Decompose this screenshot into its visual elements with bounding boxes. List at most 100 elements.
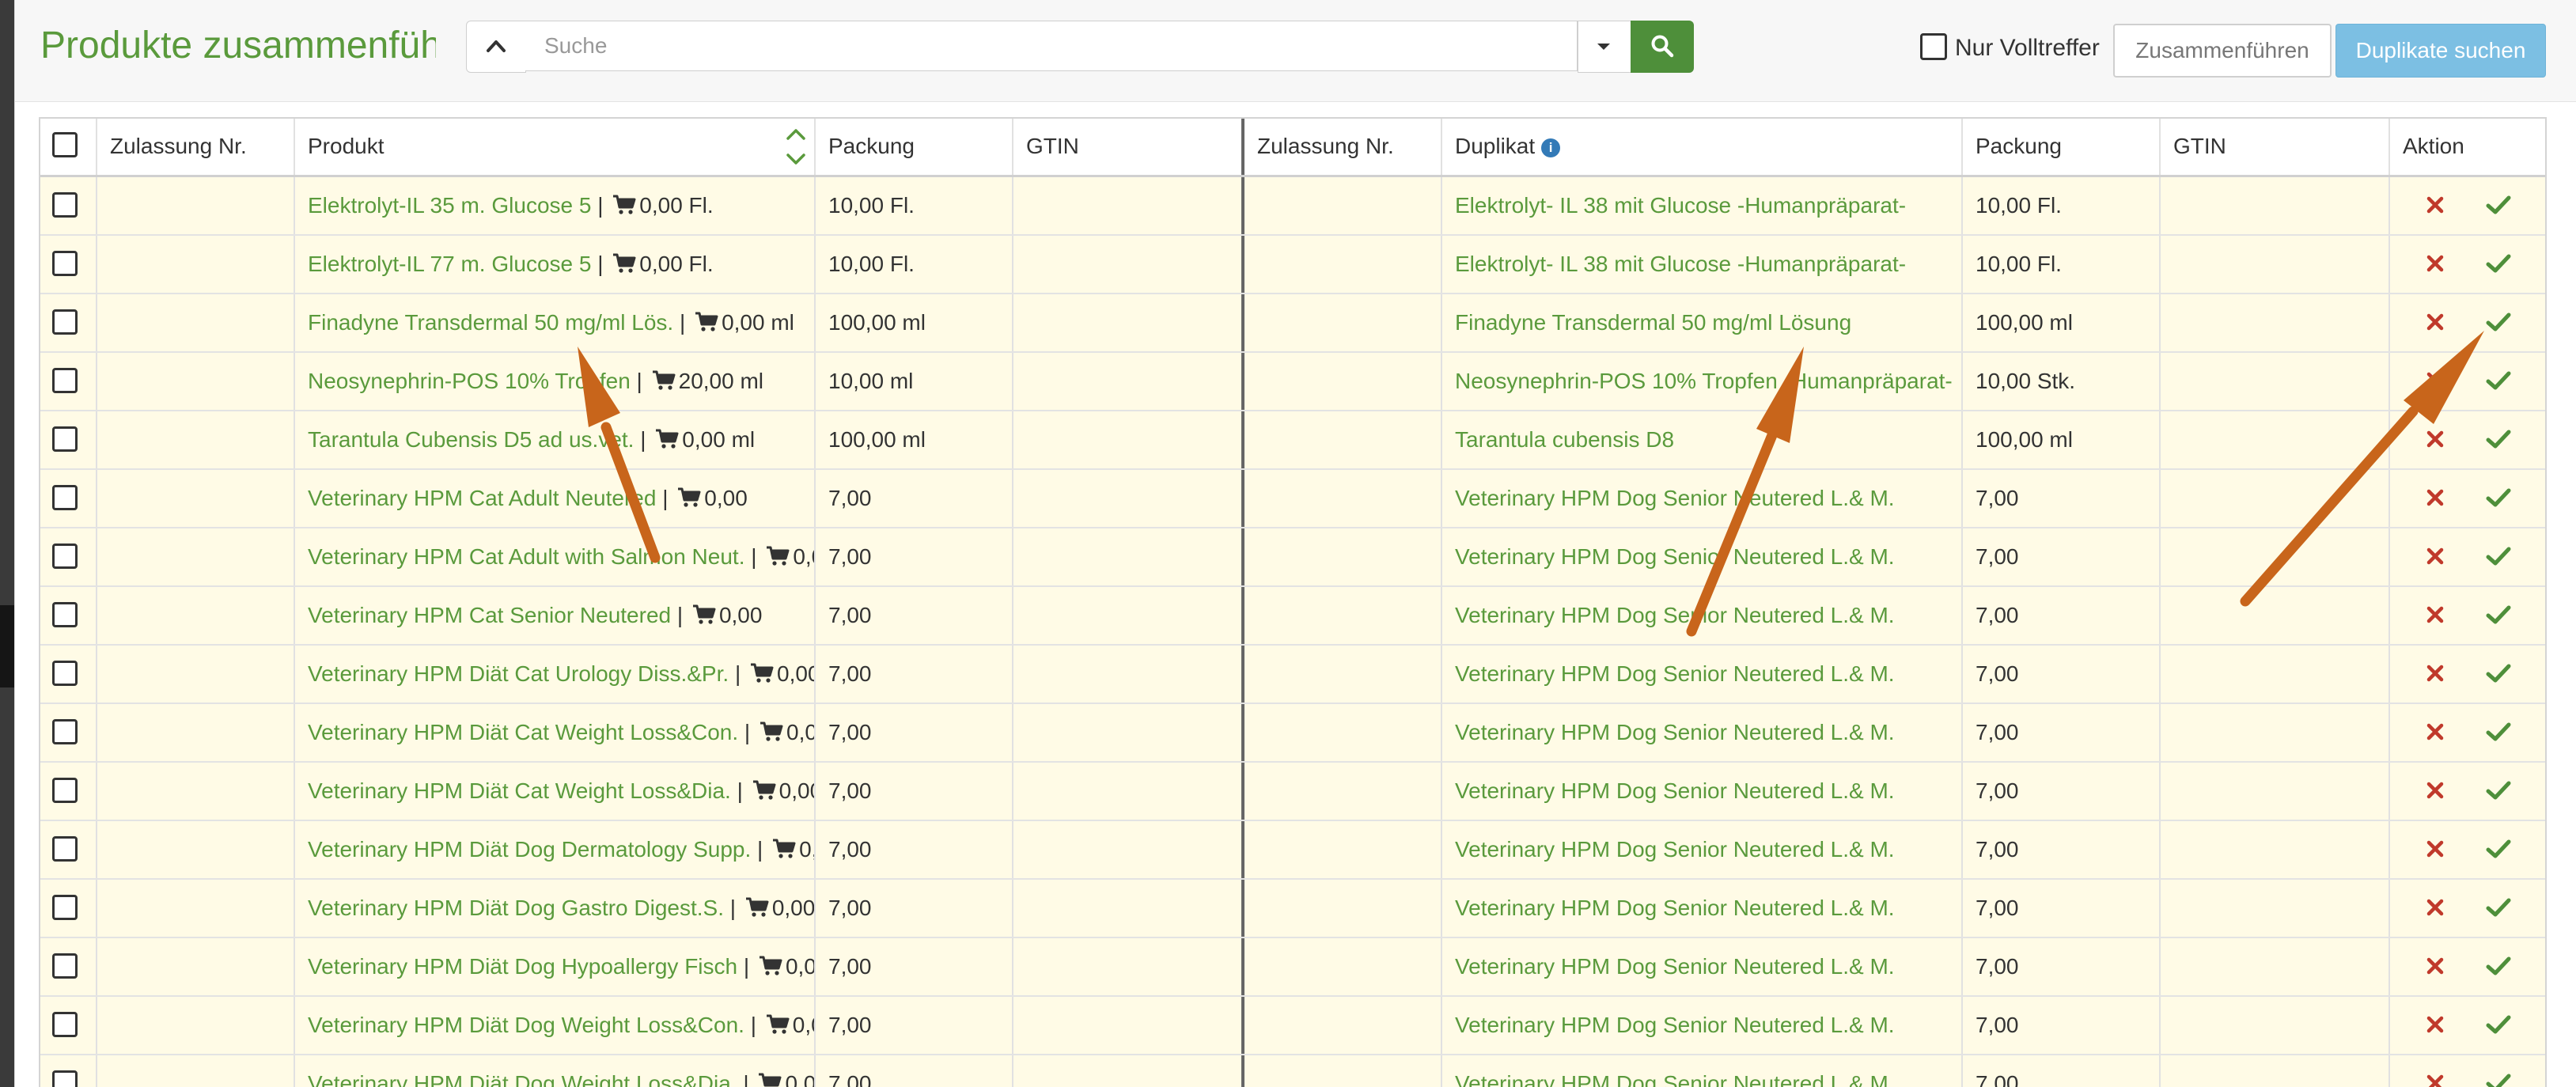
- product-cell: Veterinary HPM Diät Cat Weight Loss&Dia.…: [295, 763, 816, 820]
- column-header-duplicate-label: Duplikat: [1455, 134, 1536, 158]
- duplicate-link[interactable]: Neosynephrin-POS 10% Tropfen -Humanpräpa…: [1455, 369, 1953, 393]
- product-link[interactable]: Veterinary HPM Diät Dog Dermatology Supp…: [308, 837, 751, 862]
- column-header-product[interactable]: Produkt: [295, 119, 816, 175]
- dup-gtin-cell: [2161, 1055, 2390, 1087]
- duplicates-table: Zulassung Nr. Produkt Packung GTIN Zulas…: [39, 117, 2547, 1087]
- row-checkbox[interactable]: [52, 1012, 78, 1037]
- row-checkbox[interactable]: [52, 544, 78, 569]
- column-header-dup-pack[interactable]: Packung: [1963, 119, 2161, 175]
- product-link[interactable]: Veterinary HPM Diät Dog Hypoallergy Fisc…: [308, 954, 737, 979]
- find-duplicates-button[interactable]: Duplikate suchen: [2335, 24, 2546, 78]
- row-checkbox[interactable]: [52, 485, 78, 510]
- duplicate-link[interactable]: Veterinary HPM Dog Senior Neutered L.& M…: [1455, 778, 1895, 803]
- table-row: Veterinary HPM Diät Cat Weight Loss&Con.…: [40, 704, 2545, 763]
- shopping-cart-icon: [652, 370, 676, 390]
- product-link[interactable]: Veterinary HPM Diät Dog Weight Loss&Con.: [308, 1013, 744, 1037]
- search-input[interactable]: [525, 21, 1578, 71]
- check-icon: [2486, 312, 2511, 331]
- select-all-checkbox[interactable]: [52, 132, 78, 157]
- row-checkbox[interactable]: [52, 1070, 78, 1087]
- product-link[interactable]: Tarantula Cubensis D5 ad us.vet.: [308, 427, 634, 452]
- merge-button[interactable]: Zusammenführen: [2113, 24, 2332, 78]
- dup-pack-cell: 10,00 Fl.: [1963, 236, 2161, 293]
- row-checkbox[interactable]: [52, 661, 78, 686]
- row-checkbox[interactable]: [52, 602, 78, 627]
- product-cell: Veterinary HPM Diät Dog Weight Loss&Con.…: [295, 997, 816, 1054]
- duplicate-link[interactable]: Veterinary HPM Dog Senior Neutered L.& M…: [1455, 720, 1895, 744]
- column-header-gtin[interactable]: GTIN: [1013, 119, 1244, 175]
- column-header-action: Aktion: [2403, 134, 2464, 158]
- duplicate-link[interactable]: Elektrolyt- IL 38 mit Glucose -Humanpräp…: [1455, 252, 1906, 276]
- dup-gtin-cell: [2161, 938, 2390, 995]
- product-link[interactable]: Elektrolyt-IL 77 m. Glucose 5: [308, 252, 591, 276]
- product-link[interactable]: Veterinary HPM Cat Senior Neutered: [308, 603, 671, 627]
- row-checkbox[interactable]: [52, 309, 78, 335]
- duplicate-link[interactable]: Veterinary HPM Dog Senior Neutered L.& M…: [1455, 603, 1895, 627]
- column-header-duplicate[interactable]: Duplikat i: [1442, 119, 1963, 175]
- approval-cell: [97, 880, 295, 937]
- duplicate-link[interactable]: Tarantula cubensis D8: [1455, 427, 1674, 452]
- sort-up-down-icon[interactable]: [784, 123, 808, 171]
- product-link[interactable]: Veterinary HPM Diät Dog Weight Loss&Dia.: [308, 1071, 737, 1087]
- duplicate-link[interactable]: Veterinary HPM Dog Senior Neutered L.& M…: [1455, 486, 1895, 510]
- product-link[interactable]: Veterinary HPM Cat Adult Neutered: [308, 486, 656, 510]
- separator: |: [591, 193, 610, 218]
- duplicate-link[interactable]: Veterinary HPM Dog Senior Neutered L.& M…: [1455, 896, 1895, 920]
- row-checkbox[interactable]: [52, 895, 78, 920]
- info-icon[interactable]: i: [1541, 138, 1561, 157]
- duplicate-link[interactable]: Veterinary HPM Dog Senior Neutered L.& M…: [1455, 954, 1895, 979]
- exact-only-checkbox[interactable]: [1920, 33, 1947, 60]
- row-checkbox[interactable]: [52, 953, 78, 979]
- product-cell: Neosynephrin-POS 10% Tropfen | 20,00 ml: [295, 353, 816, 410]
- select-cell: [40, 1055, 97, 1087]
- product-cell: Veterinary HPM Diät Cat Urology Diss.&Pr…: [295, 646, 816, 703]
- column-header-dup-gtin[interactable]: GTIN: [2161, 119, 2390, 175]
- search-options-dropdown[interactable]: [1578, 21, 1631, 73]
- product-link[interactable]: Finadyne Transdermal 50 mg/ml Lös.: [308, 310, 673, 335]
- duplicate-link[interactable]: Elektrolyt- IL 38 mit Glucose -Humanpräp…: [1455, 193, 1906, 218]
- pack-cell: 7,00: [816, 1055, 1013, 1087]
- column-header-dup-approval[interactable]: Zulassung Nr.: [1244, 119, 1442, 175]
- product-link[interactable]: Neosynephrin-POS 10% Tropfen: [308, 369, 631, 393]
- action-cell: [2390, 528, 2545, 585]
- gtin-cell: [1013, 470, 1244, 527]
- product-price: 0,00: [793, 544, 814, 569]
- gtin-cell: [1013, 411, 1244, 468]
- duplicate-cell: Veterinary HPM Dog Senior Neutered L.& M…: [1442, 470, 1963, 527]
- search-button[interactable]: [1631, 21, 1694, 73]
- duplicate-link[interactable]: Veterinary HPM Dog Senior Neutered L.& M…: [1455, 1013, 1895, 1037]
- approval-cell: [97, 294, 295, 351]
- row-checkbox[interactable]: [52, 719, 78, 744]
- row-checkbox[interactable]: [52, 426, 78, 452]
- select-cell: [40, 411, 97, 468]
- product-link[interactable]: Veterinary HPM Cat Adult with Salmon Neu…: [308, 544, 744, 569]
- column-header-pack[interactable]: Packung: [816, 119, 1013, 175]
- separator: |: [737, 954, 756, 979]
- product-link[interactable]: Veterinary HPM Diät Cat Urology Diss.&Pr…: [308, 661, 729, 686]
- dup-approval-cell: [1244, 411, 1442, 468]
- row-checkbox[interactable]: [52, 192, 78, 218]
- duplicate-link[interactable]: Veterinary HPM Dog Senior Neutered L.& M…: [1455, 837, 1895, 862]
- product-link[interactable]: Veterinary HPM Diät Cat Weight Loss&Dia.: [308, 778, 731, 803]
- duplicate-link[interactable]: Finadyne Transdermal 50 mg/ml Lösung: [1455, 310, 1851, 335]
- product-cell: Veterinary HPM Diät Dog Gastro Digest.S.…: [295, 880, 816, 937]
- duplicate-link[interactable]: Veterinary HPM Dog Senior Neutered L.& M…: [1455, 1071, 1895, 1087]
- product-link[interactable]: Veterinary HPM Diät Cat Weight Loss&Con.: [308, 720, 738, 744]
- duplicate-link[interactable]: Veterinary HPM Dog Senior Neutered L.& M…: [1455, 544, 1895, 569]
- row-checkbox[interactable]: [52, 778, 78, 803]
- product-cell: Elektrolyt-IL 77 m. Glucose 5 | 0,00 Fl.: [295, 236, 816, 293]
- product-price: 0,00: [786, 720, 814, 744]
- times-icon: [2426, 196, 2444, 214]
- table-row: Veterinary HPM Diät Cat Urology Diss.&Pr…: [40, 646, 2545, 704]
- row-checkbox[interactable]: [52, 251, 78, 276]
- row-checkbox[interactable]: [52, 368, 78, 393]
- product-link[interactable]: Elektrolyt-IL 35 m. Glucose 5: [308, 193, 591, 218]
- row-checkbox[interactable]: [52, 836, 78, 862]
- duplicate-link[interactable]: Veterinary HPM Dog Senior Neutered L.& M…: [1455, 661, 1895, 686]
- product-link[interactable]: Veterinary HPM Diät Dog Gastro Digest.S.: [308, 896, 724, 920]
- collapse-button[interactable]: [466, 21, 526, 73]
- caret-down-icon: [1597, 44, 1610, 50]
- dup-gtin-cell: [2161, 470, 2390, 527]
- times-icon: [2426, 313, 2444, 331]
- column-header-approval[interactable]: Zulassung Nr.: [97, 119, 295, 175]
